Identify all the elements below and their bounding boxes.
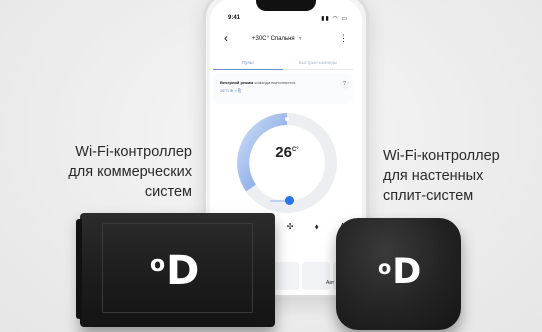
menu-icon[interactable]: ⋮ — [339, 33, 348, 44]
fan-icon[interactable]: ✣ — [287, 222, 294, 232]
logo-letter: D — [392, 252, 422, 292]
caption-line: для коммерческих — [68, 164, 192, 180]
drop-icon[interactable]: ⬧ — [315, 222, 319, 232]
mode-title-text: Вечерний режим — [220, 80, 254, 85]
caption-line: Wi-Fi-контроллер — [75, 144, 192, 160]
product-photo-scene: 9:41 ▮▮ ◠ ▭ ‹ +30С° Спальня ▾ ⋮ Пульт Быс… — [0, 0, 542, 332]
fan-slider-handle[interactable] — [285, 196, 294, 205]
back-icon[interactable]: ‹ — [224, 31, 228, 45]
logo-letter: D — [166, 248, 200, 294]
room-title-label: +30С° Спальня — [252, 36, 295, 42]
caption-line: сплит-систем — [383, 188, 474, 204]
caption-commercial: Wi-Fi-контроллер для коммерческих систем — [0, 142, 192, 202]
brand-logo: oD — [378, 252, 422, 292]
help-icon[interactable]: ? — [340, 80, 349, 89]
auto-label: Авт — [326, 280, 335, 286]
phone-tabs: Пульт Быстрые команды — [213, 56, 353, 70]
mode-subtitle: команда выполняется — [254, 80, 296, 85]
caption-line: для настенных — [383, 168, 484, 184]
caption-split: Wi-Fi-контроллер для настенных сплит-сис… — [383, 146, 542, 206]
status-time: 9:41 — [228, 15, 241, 21]
status-icons: ▮▮ ◠ ▭ — [321, 16, 348, 22]
tile[interactable] — [272, 262, 300, 290]
temperature-value: 26 — [275, 144, 292, 161]
caption-line: систем — [144, 184, 192, 200]
mode-title: Вечерний режим команда выполняется — [220, 80, 295, 85]
temperature-readout: 26C° — [232, 144, 342, 161]
tab-remote[interactable]: Пульт — [213, 56, 283, 70]
room-title[interactable]: +30С° Спальня ▾ — [252, 35, 302, 42]
chevron-down-icon: ▾ — [298, 36, 302, 42]
device-side-edge — [76, 219, 82, 319]
phone-notch — [256, 0, 316, 11]
temperature-unit: C° — [291, 147, 299, 153]
brand-logo: oD — [150, 248, 200, 294]
caption-line: Wi-Fi-контроллер — [383, 148, 500, 164]
logo-dot: o — [378, 256, 392, 279]
tab-quick-commands[interactable]: Быстрые команды — [283, 56, 353, 70]
logo-dot: o — [150, 252, 166, 277]
mode-temp: 26°C ❄ ≈ ⎘ — [220, 88, 242, 93]
